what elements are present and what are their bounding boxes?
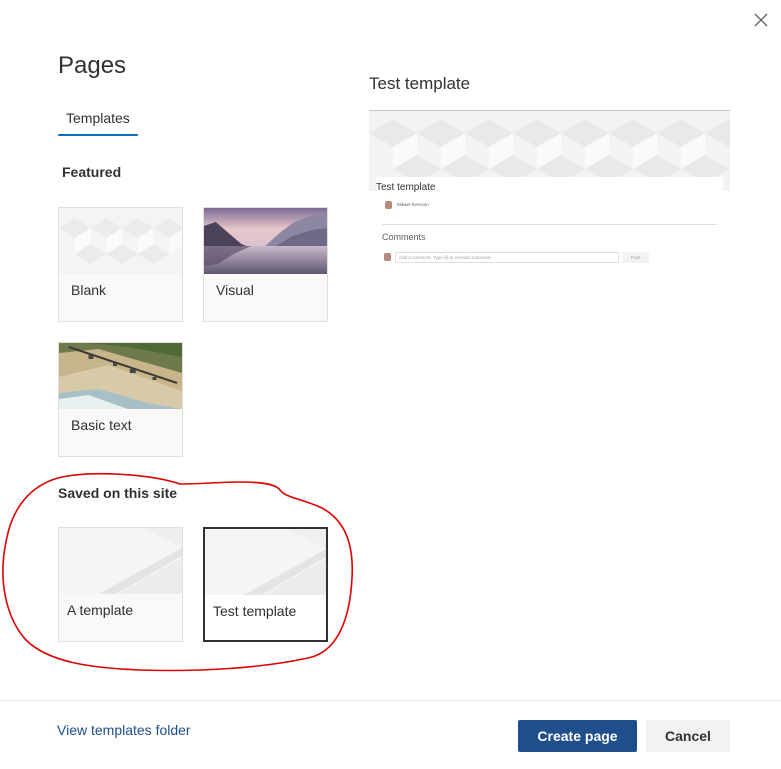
template-preview: Test template Mikael Svenson Comments Ad… [369, 110, 730, 275]
template-label: A template [67, 602, 134, 618]
abstract-light-thumbnail [59, 528, 182, 594]
beach-aerial-thumbnail [59, 343, 182, 409]
tab-label: Templates [66, 110, 130, 126]
template-card-basic-text[interactable]: Basic text [58, 342, 183, 457]
author-name: Mikael Svenson [397, 202, 429, 207]
saved-heading: Saved on this site [58, 485, 178, 501]
panel-title: Pages [58, 52, 127, 79]
tab-selected-indicator [58, 134, 138, 136]
commenter-avatar [384, 253, 391, 261]
lake-mountains-thumbnail [204, 208, 327, 274]
author-avatar [385, 201, 392, 209]
create-page-button[interactable]: Create page [518, 720, 637, 752]
preview-page-title: Test template [376, 182, 436, 193]
close-icon [754, 13, 768, 27]
preview-title: Test template [369, 74, 471, 93]
post-button-preview: Post [623, 252, 649, 263]
comment-input-preview: Add a comment. Type @ to mention someone [395, 252, 619, 263]
template-card-a-template[interactable]: A template [58, 527, 183, 642]
geometric-pattern-thumbnail [59, 208, 182, 274]
template-label: Visual [216, 282, 254, 298]
tab-templates[interactable]: Templates [58, 106, 138, 136]
template-label: Blank [71, 282, 107, 298]
featured-heading: Featured [62, 164, 122, 180]
view-templates-folder-link[interactable]: View templates folder [57, 722, 191, 738]
template-card-visual[interactable]: Visual [203, 207, 328, 322]
template-label: Basic text [71, 417, 132, 433]
footer-divider [0, 700, 781, 701]
abstract-light-thumbnail [205, 529, 326, 595]
template-card-blank[interactable]: Blank [58, 207, 183, 322]
comments-heading: Comments [382, 232, 426, 242]
template-card-test-template[interactable]: Test template [203, 527, 328, 642]
cancel-button[interactable]: Cancel [646, 720, 730, 752]
close-button[interactable] [752, 11, 770, 29]
template-label: Test template [213, 603, 297, 619]
